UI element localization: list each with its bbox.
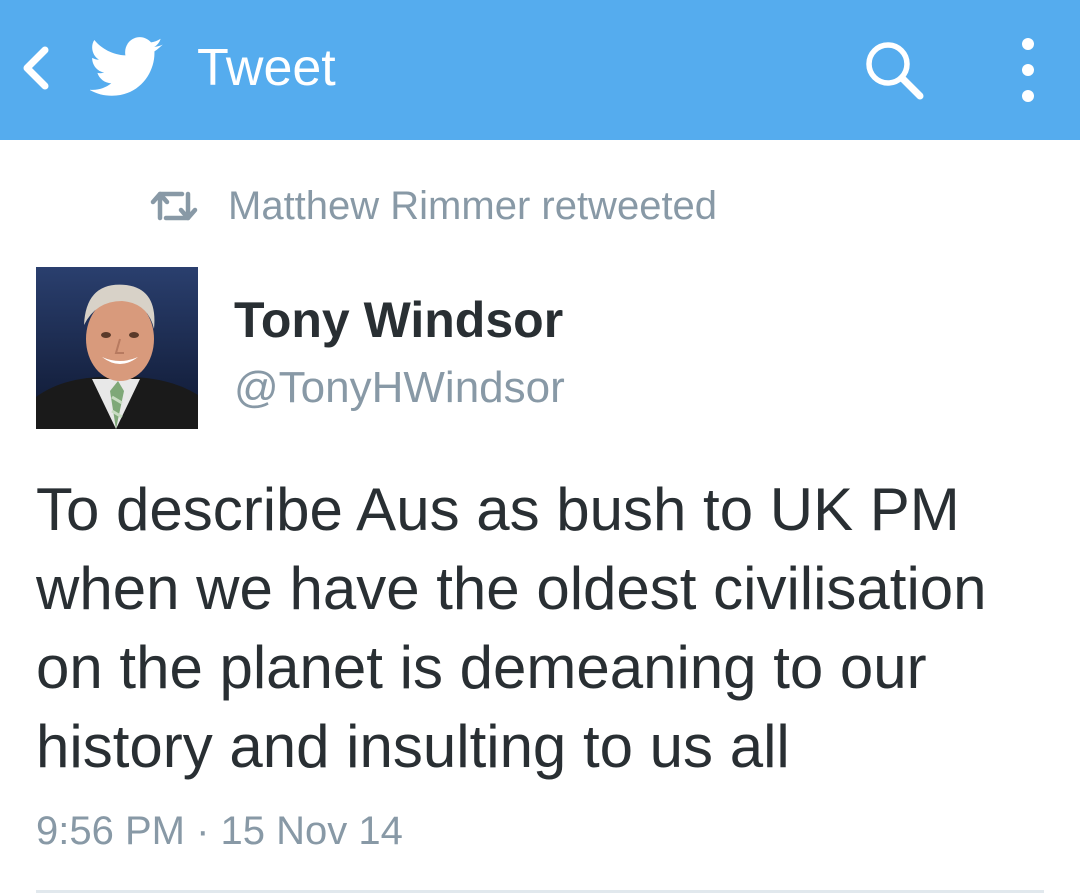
retweet-context: Matthew Rimmer retweeted	[150, 178, 717, 234]
vertical-dots-icon	[1022, 38, 1034, 102]
author-name[interactable]: Tony Windsor	[234, 290, 563, 350]
retweeted-by-label[interactable]: Matthew Rimmer retweeted	[228, 184, 717, 229]
author-handle[interactable]: @TonyHWindsor	[234, 360, 565, 416]
app-bar: Tweet	[0, 0, 1080, 140]
divider	[36, 890, 1044, 893]
tweet-text-line: when we have the oldest civilisation	[36, 555, 987, 622]
tweet-text-line: To describe Aus as bush to UK PM	[36, 476, 960, 543]
tweet-text: To describe Aus as bush to UK PM when we…	[36, 470, 1056, 786]
search-icon	[866, 42, 924, 100]
tweet-text-line: history and insulting to us all	[36, 713, 790, 780]
page-title: Tweet	[197, 39, 336, 97]
back-button[interactable]	[14, 40, 58, 96]
avatar[interactable]	[36, 267, 198, 429]
tweet-timestamp: 9:56 PM · 15 Nov 14	[36, 809, 403, 853]
overflow-menu-button[interactable]	[1002, 32, 1054, 108]
tweet-text-line: on the planet is demeaning to our	[36, 634, 927, 701]
twitter-bird-icon	[89, 36, 164, 100]
chevron-left-icon	[23, 46, 49, 90]
search-button[interactable]	[856, 32, 932, 108]
avatar-image	[36, 267, 198, 429]
retweet-icon	[150, 191, 198, 221]
